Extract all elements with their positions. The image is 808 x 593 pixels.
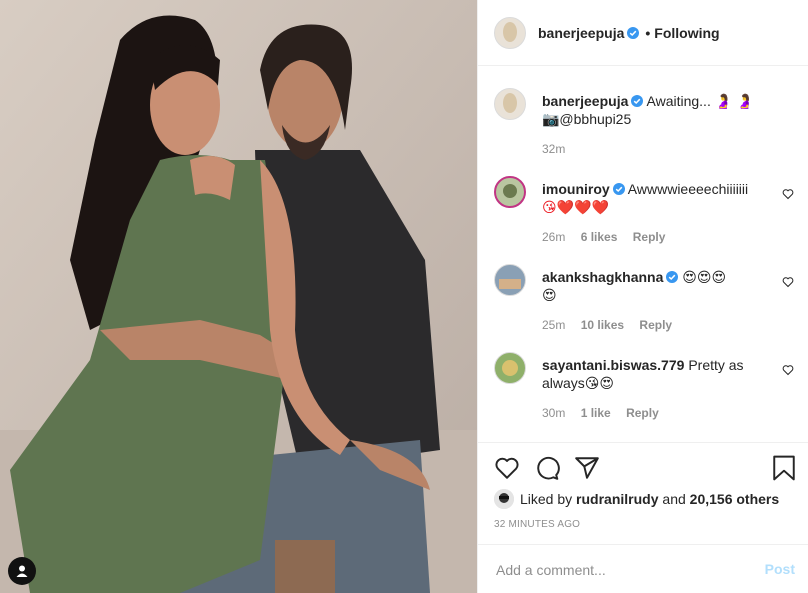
comment-likes[interactable]: 1 like — [581, 406, 611, 420]
separator-dot: • — [645, 24, 651, 41]
post-photo-art — [0, 0, 477, 593]
comment-likes[interactable]: 10 likes — [581, 318, 624, 332]
likes-count[interactable]: 20,156 others — [690, 491, 780, 507]
reply-button[interactable]: Reply — [633, 230, 666, 244]
comment-text: Pretty as — [688, 357, 744, 373]
author-avatar[interactable] — [494, 88, 526, 120]
comment-time[interactable]: 30m — [542, 406, 565, 420]
verified-icon — [631, 95, 644, 107]
comment-item: imouniroy Awwwwieeeechiiiiiii 😘❤️❤️❤️ 26… — [494, 176, 794, 246]
author-avatar[interactable] — [494, 16, 526, 49]
reply-button[interactable]: Reply — [626, 406, 659, 420]
verified-icon — [666, 271, 679, 283]
comment-time[interactable]: 25m — [542, 318, 565, 332]
add-comment-bar: Post — [478, 544, 808, 593]
post-header: banerjeepuja • Following — [478, 0, 808, 66]
author-username[interactable]: banerjeepuja — [538, 25, 624, 41]
commenter-username[interactable]: sayantani.biswas.779 — [542, 357, 684, 373]
comment-text-cont: always😘😍 — [542, 375, 614, 391]
heart-icon[interactable] — [494, 455, 520, 481]
comment-item: akankshagkhanna 😍😍😍 😍 25m 10 likes Reply — [494, 264, 794, 334]
post-timestamp[interactable]: 32 MINUTES AGO — [494, 519, 580, 530]
verified-icon — [612, 183, 625, 195]
caption-credit[interactable]: 📷@bbhupi25 — [542, 111, 631, 127]
caption-time[interactable]: 32m — [542, 142, 565, 156]
caption: banerjeepuja Awaiting... 🤰 🤰 📷@bbhupi25 … — [494, 88, 794, 168]
comment-item: sayantani.biswas.779 Pretty as always😘😍 … — [494, 352, 794, 422]
bookmark-icon[interactable] — [772, 455, 796, 481]
comment-like-icon[interactable] — [782, 188, 794, 200]
post-photo[interactable] — [0, 0, 477, 593]
liked-by-middle: and — [662, 491, 686, 507]
commenter-username[interactable]: akankshagkhanna — [542, 269, 663, 285]
comment-text: Awwwwieeeechiiiiiii — [627, 181, 749, 197]
action-bar: Liked by rudranilrudy and 20,156 others … — [478, 442, 808, 544]
user-tag-icon[interactable] — [8, 557, 36, 585]
comment-likes[interactable]: 6 likes — [581, 230, 618, 244]
comment-text-cont: 😍 — [542, 287, 557, 303]
commenter-avatar[interactable] — [494, 264, 526, 296]
comment-like-icon[interactable] — [782, 276, 794, 288]
comment-text: 😍😍😍 — [682, 269, 727, 285]
comment-icon[interactable] — [534, 455, 560, 481]
comments-list[interactable]: banerjeepuja Awaiting... 🤰 🤰 📷@bbhupi25 … — [478, 66, 808, 442]
caption-text: Awaiting... 🤰 🤰 — [646, 93, 754, 109]
liked-by-line: Liked by rudranilrudy and 20,156 others — [494, 489, 779, 509]
instagram-post: banerjeepuja • Following banerjeepuja Aw… — [0, 0, 808, 593]
comment-text-cont: 😘❤️❤️❤️ — [542, 199, 609, 215]
comment-like-icon[interactable] — [782, 364, 794, 376]
post-comment-button[interactable]: Post — [765, 561, 795, 577]
caption-username[interactable]: banerjeepuja — [542, 93, 628, 109]
commenter-avatar[interactable] — [494, 352, 526, 384]
liker-username[interactable]: rudranilrudy — [576, 491, 658, 507]
verified-icon — [627, 26, 640, 39]
comment-time[interactable]: 26m — [542, 230, 565, 244]
comment-input[interactable] — [494, 557, 748, 583]
following-button[interactable]: Following — [654, 25, 719, 41]
commenter-username[interactable]: imouniroy — [542, 181, 610, 197]
share-icon[interactable] — [574, 455, 600, 481]
reply-button[interactable]: Reply — [639, 318, 672, 332]
liked-by-prefix: Liked by — [520, 491, 573, 507]
commenter-avatar[interactable] — [494, 176, 526, 208]
liker-avatar[interactable] — [494, 489, 514, 509]
post-side-panel: banerjeepuja • Following banerjeepuja Aw… — [477, 0, 808, 593]
